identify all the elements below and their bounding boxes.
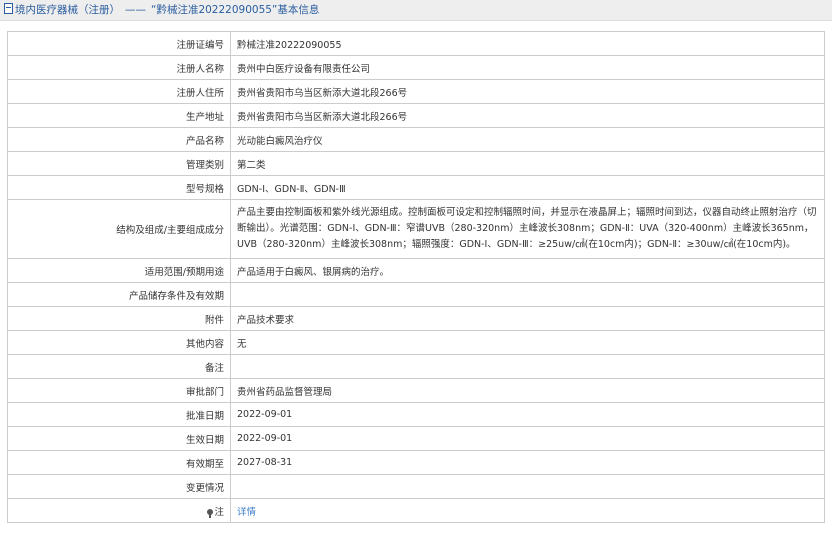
table-row: 生效日期 2022-09-01 (7, 426, 825, 451)
row-value: 2022-09-01 (230, 426, 825, 451)
table-row: 其他内容 无 (7, 330, 825, 355)
table-row: 附件 产品技术要求 (7, 306, 825, 331)
row-value: 黔械注准20222090055 (230, 31, 825, 56)
row-value (230, 282, 825, 307)
table-row: 注册人名称 贵州中白医疗设备有限责任公司 (7, 55, 825, 80)
pin-icon (207, 508, 214, 518)
row-value: 产品适用于白癜风、银屑病的治疗。 (230, 258, 825, 283)
table-row: 审批部门 贵州省药品监督管理局 (7, 378, 825, 403)
page-title: “黔械注准20222090055”基本信息 (151, 4, 320, 16)
row-label: 产品储存条件及有效期 (7, 282, 231, 307)
table-row: 批准日期 2022-09-01 (7, 402, 825, 427)
row-value: 2027-08-31 (230, 450, 825, 475)
breadcrumb-root[interactable]: 境内医疗器械（注册） (15, 4, 120, 16)
row-label: 结构及组成/主要组成成分 (7, 199, 231, 259)
row-value: 贵州省贵阳市乌当区新添大道北段266号 (230, 103, 825, 128)
document-icon (4, 3, 13, 14)
row-value: 贵州中白医疗设备有限责任公司 (230, 55, 825, 80)
row-label: 附件 (7, 306, 231, 331)
detail-link[interactable]: 详情 (237, 507, 256, 518)
row-value: 光动能白癜风治疗仪 (230, 127, 825, 152)
row-value: 2022-09-01 (230, 402, 825, 427)
row-label: 注册证编号 (7, 31, 231, 56)
breadcrumb-separator: —— (125, 4, 146, 16)
table-row: 管理类别 第二类 (7, 151, 825, 176)
row-label: 型号规格 (7, 175, 231, 200)
row-label: 生效日期 (7, 426, 231, 451)
note-label: 注 (214, 506, 224, 518)
table-row: 注册人住所 贵州省贵阳市乌当区新添大道北段266号 (7, 79, 825, 104)
row-label: 批准日期 (7, 402, 231, 427)
row-value (230, 474, 825, 499)
row-value: 贵州省药品监督管理局 (230, 378, 825, 403)
table-row: 备注 (7, 354, 825, 379)
info-table-wrapper: 注册证编号 黔械注准20222090055 注册人名称 贵州中白医疗设备有限责任… (7, 31, 825, 523)
row-label: 审批部门 (7, 378, 231, 403)
row-value: 第二类 (230, 151, 825, 176)
row-value (230, 354, 825, 379)
table-row: 有效期至 2027-08-31 (7, 450, 825, 475)
row-label: 备注 (7, 354, 231, 379)
table-row: 变更情况 (7, 474, 825, 499)
table-row: 注册证编号 黔械注准20222090055 (7, 31, 825, 56)
row-value: 产品技术要求 (230, 306, 825, 331)
row-label: 有效期至 (7, 450, 231, 475)
row-label: 管理类别 (7, 151, 231, 176)
row-value: GDN-Ⅰ、GDN-Ⅱ、GDN-Ⅲ (230, 175, 825, 200)
info-table: 注册证编号 黔械注准20222090055 注册人名称 贵州中白医疗设备有限责任… (7, 31, 825, 523)
table-row: 注 详情 (7, 498, 825, 523)
note-row-label: 注 (7, 498, 231, 523)
row-label: 变更情况 (7, 474, 231, 499)
row-value: 无 (230, 330, 825, 355)
page-title-bar: 境内医疗器械（注册） —— “黔械注准20222090055”基本信息 (0, 0, 832, 21)
table-row: 产品储存条件及有效期 (7, 282, 825, 307)
table-row: 适用范围/预期用途 产品适用于白癜风、银屑病的治疗。 (7, 258, 825, 283)
table-row: 生产地址 贵州省贵阳市乌当区新添大道北段266号 (7, 103, 825, 128)
row-label: 注册人名称 (7, 55, 231, 80)
table-row: 型号规格 GDN-Ⅰ、GDN-Ⅱ、GDN-Ⅲ (7, 175, 825, 200)
row-value: 贵州省贵阳市乌当区新添大道北段266号 (230, 79, 825, 104)
row-label: 生产地址 (7, 103, 231, 128)
table-row: 结构及组成/主要组成成分 产品主要由控制面板和紫外线光源组成。控制面板可设定和控… (7, 199, 825, 259)
row-label: 产品名称 (7, 127, 231, 152)
row-value: 产品主要由控制面板和紫外线光源组成。控制面板可设定和控制辐照时间，并显示在液晶屏… (230, 199, 825, 259)
row-label: 适用范围/预期用途 (7, 258, 231, 283)
row-label: 其他内容 (7, 330, 231, 355)
table-row: 产品名称 光动能白癜风治疗仪 (7, 127, 825, 152)
row-label: 注册人住所 (7, 79, 231, 104)
note-row-value: 详情 (230, 498, 825, 523)
